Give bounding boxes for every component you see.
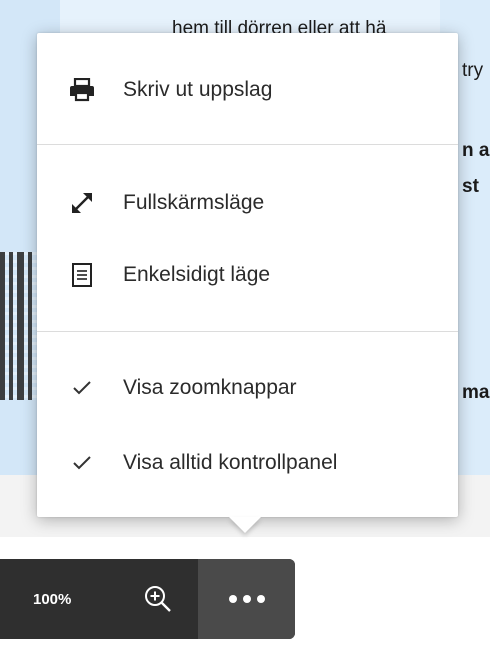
single-page-icon	[69, 262, 95, 288]
options-menu: Skriv ut uppslag Fullskärmsläge Enkelsid…	[37, 33, 458, 517]
more-options-icon	[228, 595, 237, 603]
menu-pointer	[229, 517, 261, 533]
menu-item-show-zoom-buttons[interactable]: Visa zoomknappar	[37, 360, 458, 416]
menu-divider	[37, 144, 458, 145]
checkmark-icon	[69, 450, 95, 476]
menu-item-fullscreen[interactable]: Fullskärmsläge	[37, 175, 458, 231]
checkmark-icon	[69, 375, 95, 401]
page-text-line: try	[462, 60, 484, 81]
expand-icon	[69, 190, 95, 216]
page-text-line: ma	[462, 382, 490, 403]
menu-item-single-page[interactable]: Enkelsidigt läge	[37, 247, 458, 303]
more-options-icon	[256, 595, 265, 603]
zoom-level-readout: 100%	[33, 590, 72, 608]
menu-item-label: Visa zoomknappar	[123, 376, 297, 399]
more-options-button[interactable]	[198, 559, 295, 639]
menu-item-always-show-control-panel[interactable]: Visa alltid kontrollpanel	[37, 435, 458, 491]
page-text-line: n a	[462, 140, 490, 161]
page-text-line: st	[462, 176, 479, 197]
qr-code	[0, 252, 40, 400]
menu-item-label: Enkelsidigt läge	[123, 263, 271, 286]
more-options-icon	[242, 595, 251, 603]
zoom-in-icon	[145, 586, 171, 612]
viewer-toolbar: 100%	[0, 559, 295, 639]
zoom-in-button[interactable]	[118, 559, 198, 639]
menu-divider	[37, 331, 458, 332]
print-icon	[69, 77, 95, 103]
menu-item-print-spread[interactable]: Skriv ut uppslag	[37, 62, 458, 118]
menu-item-label: Fullskärmsläge	[123, 191, 265, 214]
menu-item-label: Visa alltid kontrollpanel	[123, 451, 338, 474]
menu-item-label: Skriv ut uppslag	[123, 78, 273, 101]
